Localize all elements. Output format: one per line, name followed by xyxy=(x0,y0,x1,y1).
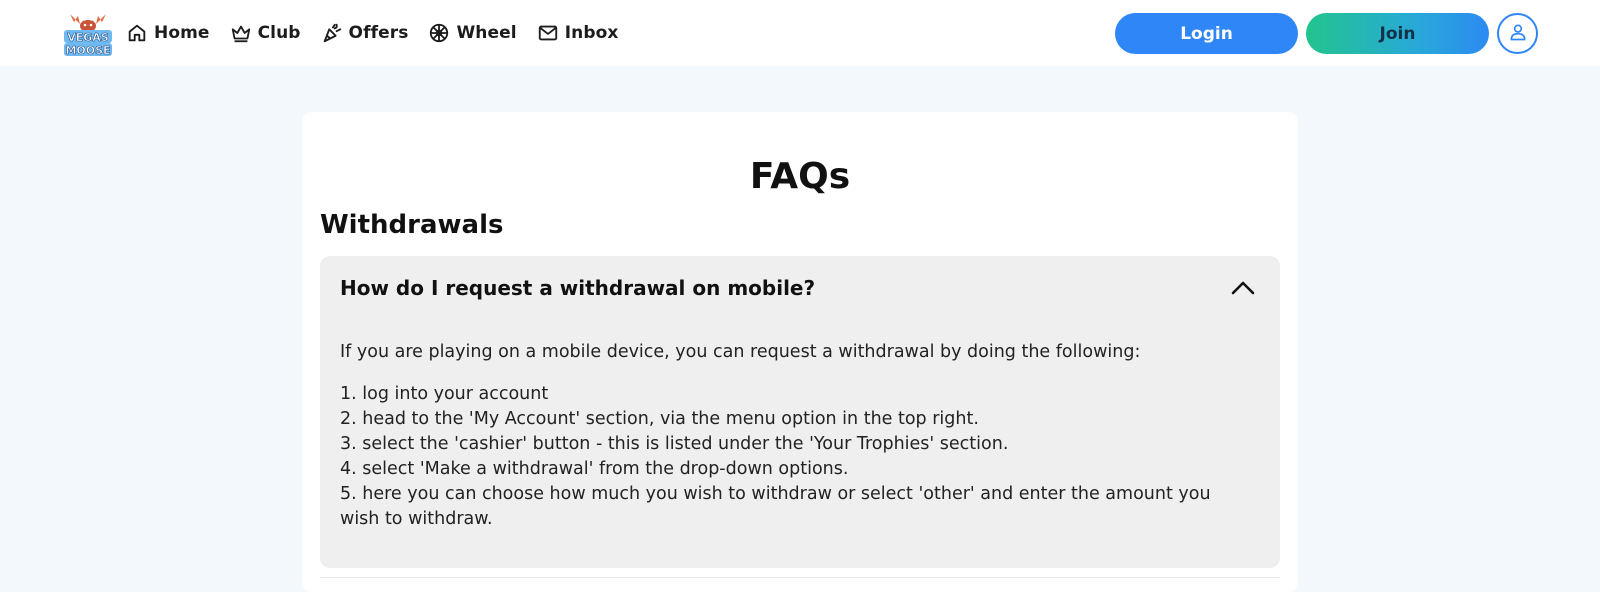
crown-icon xyxy=(230,22,252,44)
nav-item-label: Offers xyxy=(348,23,409,43)
nav-item-label: Inbox xyxy=(564,23,619,43)
nav-item-club[interactable]: Club xyxy=(230,22,301,44)
nav-item-inbox[interactable]: Inbox xyxy=(537,22,619,44)
main-nav: Home Club Offers Wheel Inbox xyxy=(126,0,618,66)
home-icon xyxy=(126,22,148,44)
user-icon xyxy=(1508,22,1528,46)
svg-text:MOOSE: MOOSE xyxy=(65,44,110,57)
list-item: 2. head to the 'My Account' section, via… xyxy=(340,409,979,429)
divider xyxy=(320,577,1280,578)
faq-question[interactable]: How do I request a withdrawal on mobile? xyxy=(340,276,815,300)
list-item: 4. select 'Make a withdrawal' from the d… xyxy=(340,459,849,479)
top-navigation-bar: VEGAS MOOSE Home Club Offers Wheel Inbox… xyxy=(0,0,1600,66)
profile-button[interactable] xyxy=(1497,13,1538,54)
party-popper-icon xyxy=(321,22,343,44)
nav-item-wheel[interactable]: Wheel xyxy=(428,22,517,44)
faq-answer-steps: 1. log into your account 2. head to the … xyxy=(340,382,1220,532)
chevron-up-icon[interactable] xyxy=(1230,278,1256,298)
faq-card: FAQs Withdrawals How do I request a with… xyxy=(302,112,1298,592)
vegas-moose-logo[interactable]: VEGAS MOOSE xyxy=(62,8,114,58)
nav-item-label: Wheel xyxy=(456,23,517,43)
list-item: 5. here you can choose how much you wish… xyxy=(340,484,1211,529)
login-button[interactable]: Login xyxy=(1115,13,1298,54)
wheel-icon xyxy=(428,22,450,44)
page-title: FAQs xyxy=(749,156,851,197)
join-button[interactable]: Join xyxy=(1306,13,1489,54)
list-item: 3. select the 'cashier' button - this is… xyxy=(340,434,1009,454)
faq-answer-intro: If you are playing on a mobile device, y… xyxy=(340,342,1141,362)
nav-item-label: Club xyxy=(257,23,301,43)
section-title-withdrawals: Withdrawals xyxy=(320,210,504,240)
nav-item-home[interactable]: Home xyxy=(126,22,210,44)
svg-text:VEGAS: VEGAS xyxy=(67,31,109,44)
nav-item-offers[interactable]: Offers xyxy=(321,22,409,44)
mail-icon xyxy=(537,22,559,44)
faq-item: How do I request a withdrawal on mobile?… xyxy=(320,256,1280,568)
list-item: 1. log into your account xyxy=(340,384,549,404)
nav-item-label: Home xyxy=(154,23,210,43)
